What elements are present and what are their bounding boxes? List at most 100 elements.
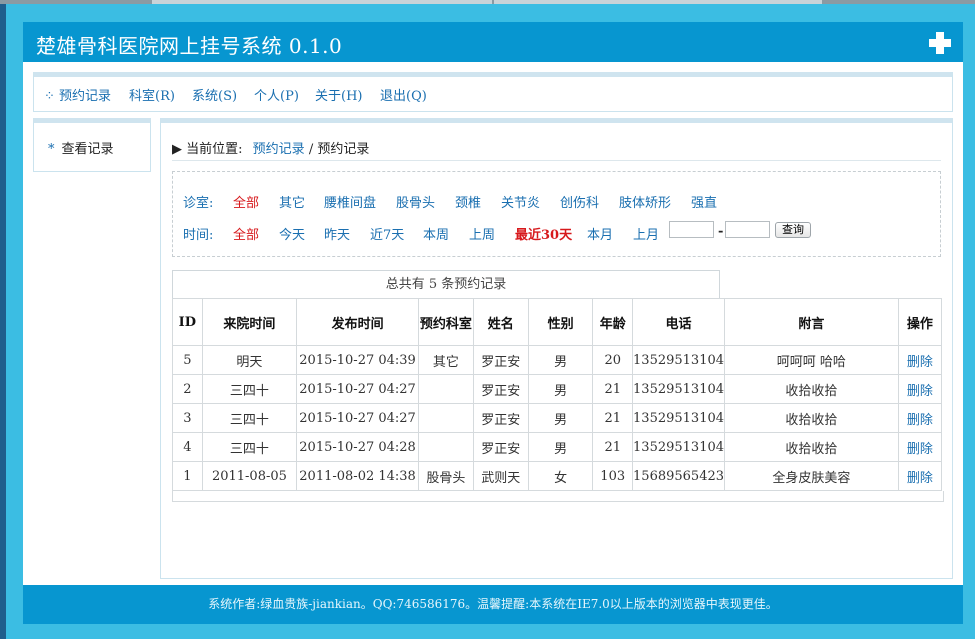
cell-name: 罗正安	[472, 403, 529, 433]
breadcrumb-prefix: ▶ 当前位置:	[172, 142, 243, 157]
column-header: 年龄	[592, 298, 634, 346]
time-option[interactable]: 上周	[469, 224, 495, 243]
cell-publish-time: 2015-10-27 04:28	[296, 432, 419, 462]
cell-age: 21	[592, 432, 634, 462]
table-header-row: ID 来院时间 发布时间 预约科室 姓名 性别 年龄 电话 附言 操作	[172, 298, 943, 346]
cell-id: 3	[172, 403, 203, 433]
cell-gender: 男	[527, 403, 594, 433]
time-option[interactable]: 近7天	[370, 224, 404, 243]
cell-note: 收拾收拾	[724, 432, 899, 462]
cell-visit-time: 三四十	[201, 374, 298, 404]
time-option[interactable]: 全部	[233, 224, 259, 243]
column-header: 预约科室	[417, 298, 474, 346]
end-date-input[interactable]	[725, 221, 770, 238]
column-header: 附言	[724, 298, 899, 346]
cell-id: 4	[172, 432, 203, 462]
cell-note: 收拾收拾	[724, 403, 899, 433]
table-row: 2 三四十 2015-10-27 04:27 罗正安 男 21 13529513…	[172, 374, 943, 404]
column-header: 姓名	[472, 298, 529, 346]
cell-visit-time: 2011-08-05	[201, 461, 298, 491]
time-option[interactable]: 昨天	[324, 224, 350, 243]
cell-note: 收拾收拾	[724, 374, 899, 404]
divider	[172, 160, 941, 161]
delete-link[interactable]: 删除	[897, 403, 943, 433]
column-header: 操作	[897, 298, 943, 346]
menu-item-logout[interactable]: 退出(Q)	[380, 85, 427, 104]
menu-item-system[interactable]: 系统(S)	[192, 85, 237, 104]
records-caption: 总共有 5 条预约记录	[172, 270, 720, 299]
time-filter-label: 时间:	[183, 228, 214, 243]
cell-phone: 15689565423	[632, 461, 726, 491]
app-header: 楚雄骨科医院网上挂号系统 0.1.0	[23, 22, 963, 62]
cell-publish-time: 2015-10-27 04:39	[296, 345, 419, 375]
records-table: ID 来院时间 发布时间 预约科室 姓名 性别 年龄 电话 附言 操作 5 明天…	[172, 298, 943, 491]
cell-phone: 13529513104	[632, 432, 726, 462]
window-left-edge	[0, 4, 6, 639]
delete-link[interactable]: 删除	[897, 432, 943, 462]
cell-department: 其它	[417, 345, 474, 375]
time-option[interactable]: 本月	[587, 224, 613, 243]
dept-option[interactable]: 强直	[691, 192, 717, 211]
cell-note: 全身皮肤美容	[724, 461, 899, 491]
dept-option[interactable]: 肢体矫形	[619, 192, 671, 211]
cell-age: 103	[592, 461, 634, 491]
cell-gender: 男	[527, 374, 594, 404]
sidebar-item-label: 查看记录	[61, 142, 114, 157]
main-content: ▶ 当前位置: 预约记录 / 预约记录 诊室: 全部 其它 腰椎间盘 股骨头 颈…	[160, 118, 953, 579]
browser-tab[interactable]	[152, 0, 492, 4]
menu-item-personal[interactable]: 个人(P)	[254, 85, 299, 104]
cell-id: 1	[172, 461, 203, 491]
breadcrumb-current: 预约记录	[317, 142, 370, 157]
cell-age: 21	[592, 403, 634, 433]
start-date-input[interactable]	[669, 221, 714, 238]
browser-tab[interactable]	[494, 0, 822, 4]
dept-option[interactable]: 股骨头	[396, 192, 435, 211]
cell-name: 罗正安	[472, 432, 529, 462]
breadcrumb-sep: /	[308, 142, 314, 157]
sidebar: * 查看记录	[33, 118, 151, 172]
app-footer: 系统作者:绿血贵族-jiankian。QQ:746586176。温馨提醒:本系统…	[23, 585, 963, 624]
breadcrumb: ▶ 当前位置: 预约记录 / 预约记录	[172, 138, 369, 157]
cell-id: 2	[172, 374, 203, 404]
cell-visit-time: 明天	[201, 345, 298, 375]
cell-id: 5	[172, 345, 203, 375]
query-button[interactable]: 查询	[775, 222, 811, 238]
column-header: 电话	[632, 298, 726, 346]
plus-icon[interactable]	[929, 32, 951, 54]
cell-visit-time: 三四十	[201, 432, 298, 462]
cell-publish-time: 2015-10-27 04:27	[296, 374, 419, 404]
table-row: 3 三四十 2015-10-27 04:27 罗正安 男 21 13529513…	[172, 403, 943, 433]
menu-bar: ⁘ 预约记录 科室(R) 系统(S) 个人(P) 关于(H) 退出(Q)	[33, 72, 953, 112]
delete-link[interactable]: 删除	[897, 345, 943, 375]
time-option[interactable]: 今天	[279, 224, 305, 243]
time-option[interactable]: 本周	[423, 224, 449, 243]
cell-department	[417, 432, 474, 462]
menu-item-appointments[interactable]: ⁘ 预约记录	[44, 85, 111, 104]
dept-option[interactable]: 腰椎间盘	[324, 192, 376, 211]
dept-option[interactable]: 创伤科	[560, 192, 599, 211]
column-header: 性别	[527, 298, 594, 346]
column-header: 来院时间	[201, 298, 298, 346]
dept-option[interactable]: 颈椎	[455, 192, 481, 211]
dept-option[interactable]: 全部	[233, 192, 259, 211]
dept-option[interactable]: 关节炎	[501, 192, 540, 211]
cell-gender: 男	[527, 345, 594, 375]
menu-item-about[interactable]: 关于(H)	[315, 85, 362, 104]
dept-option[interactable]: 其它	[279, 192, 305, 211]
delete-link[interactable]: 删除	[897, 461, 943, 491]
sidebar-item-view-records[interactable]: * 查看记录	[48, 138, 114, 157]
delete-link[interactable]: 删除	[897, 374, 943, 404]
menu-item-department[interactable]: 科室(R)	[129, 85, 175, 104]
time-option[interactable]: 最近30天	[515, 224, 572, 243]
cell-gender: 女	[527, 461, 594, 491]
breadcrumb-link[interactable]: 预约记录	[253, 142, 305, 157]
cell-department: 股骨头	[417, 461, 474, 491]
dept-filter-label: 诊室:	[183, 196, 214, 211]
time-option[interactable]: 上月	[633, 224, 659, 243]
cell-publish-time: 2011-08-02 14:38	[296, 461, 419, 491]
cell-age: 21	[592, 374, 634, 404]
cell-department	[417, 403, 474, 433]
cell-phone: 13529513104	[632, 345, 726, 375]
table-row: 4 三四十 2015-10-27 04:28 罗正安 男 21 13529513…	[172, 432, 943, 462]
cell-phone: 13529513104	[632, 374, 726, 404]
